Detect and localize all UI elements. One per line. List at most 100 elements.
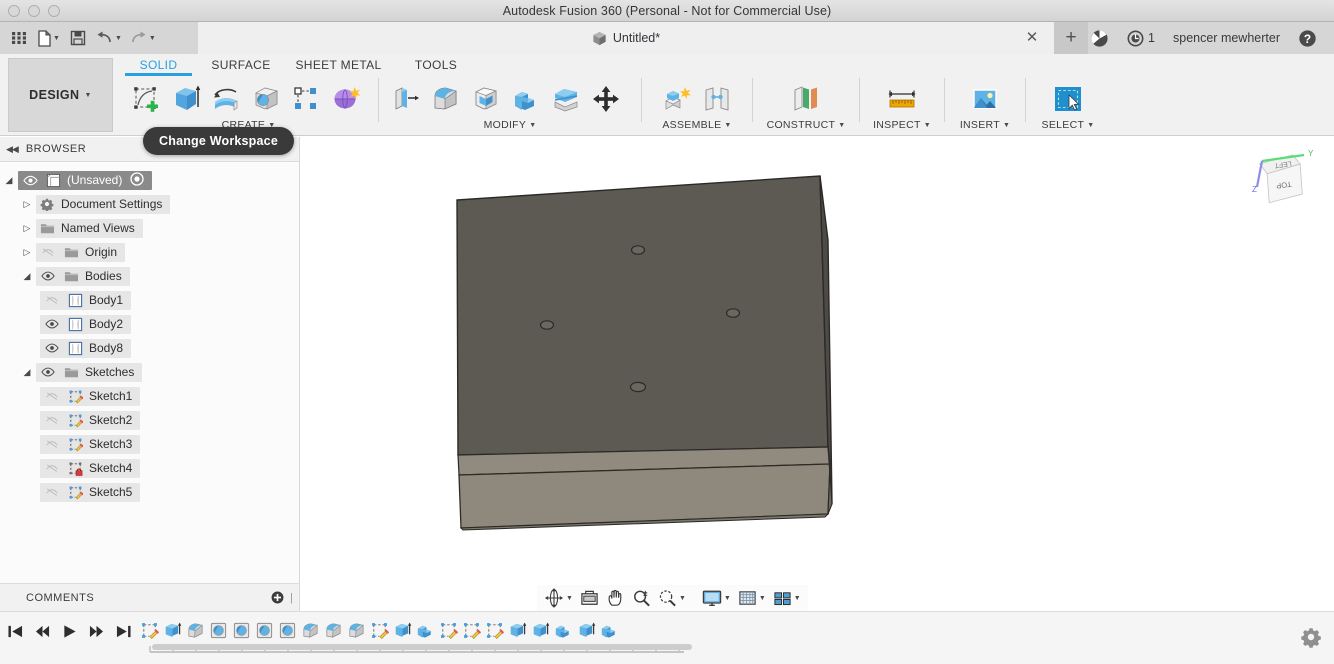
tree-node-sketch3[interactable]: Sketch3 bbox=[0, 432, 299, 456]
panel-label-modify[interactable]: MODIFY ▼ bbox=[381, 119, 639, 131]
tree-node-content[interactable]: Document Settings bbox=[36, 194, 171, 214]
tree-node-body8[interactable]: Body8 bbox=[0, 336, 299, 360]
hole-icon[interactable] bbox=[247, 79, 285, 119]
create-form-icon[interactable] bbox=[327, 79, 365, 119]
tab-sheet-metal[interactable]: SHEET METAL bbox=[286, 54, 391, 72]
tree-node-sketch4[interactable]: Sketch4 bbox=[0, 456, 299, 480]
go-to-end-icon[interactable] bbox=[112, 618, 134, 644]
press-pull-icon[interactable] bbox=[387, 79, 425, 119]
expander-icon[interactable]: ▷ bbox=[18, 247, 36, 258]
create-sketch-icon[interactable] bbox=[127, 79, 165, 119]
user-menu[interactable]: spencer mewherter bbox=[1164, 22, 1289, 54]
rectangular-pattern-icon[interactable] bbox=[287, 79, 325, 119]
tree-node-sketch5[interactable]: Sketch5 bbox=[0, 480, 299, 504]
close-icon[interactable]: ✕ bbox=[1024, 30, 1040, 46]
revolve-icon[interactable] bbox=[207, 79, 245, 119]
tree-node-sketch2[interactable]: Sketch2 bbox=[0, 408, 299, 432]
tree-node-content[interactable]: Sketches bbox=[36, 362, 143, 382]
expander-icon[interactable]: ▷ bbox=[18, 199, 36, 210]
go-to-beginning-icon[interactable] bbox=[4, 618, 26, 644]
timeline-feature-combine-18[interactable] bbox=[552, 617, 574, 643]
play-icon[interactable] bbox=[58, 618, 80, 644]
tree-node-document-settings[interactable]: ▷ Document Settings bbox=[0, 192, 299, 216]
timeline-feature-extrude-1[interactable] bbox=[161, 617, 183, 643]
timeline-feature-sketch-15[interactable] bbox=[483, 617, 505, 643]
tree-node-sketch1[interactable]: Sketch1 bbox=[0, 384, 299, 408]
orbit-icon[interactable]: ▼ bbox=[541, 586, 576, 610]
panel-label-construct[interactable]: CONSTRUCT ▼ bbox=[755, 119, 857, 131]
tree-node-body1[interactable]: Body1 bbox=[0, 288, 299, 312]
help-icon[interactable]: ? bbox=[1289, 22, 1326, 54]
grid-snaps-icon[interactable]: ▼ bbox=[735, 586, 769, 610]
new-component-icon[interactable] bbox=[658, 79, 696, 119]
visibility-icon[interactable] bbox=[40, 319, 64, 329]
timeline-feature-combine-12[interactable] bbox=[414, 617, 436, 643]
tree-node-content[interactable]: Body8 bbox=[40, 338, 132, 358]
visibility-icon[interactable] bbox=[36, 271, 60, 281]
tree-node-named-views[interactable]: ▷ Named Views bbox=[0, 216, 299, 240]
tree-node-root-content[interactable]: (Unsaved) bbox=[18, 170, 153, 190]
timeline-feature-hole-6[interactable] bbox=[276, 617, 298, 643]
activate-component-icon[interactable] bbox=[130, 171, 145, 189]
step-forward-icon[interactable] bbox=[85, 618, 107, 644]
timeline-feature-fillet-7[interactable] bbox=[299, 617, 321, 643]
app-grid-icon[interactable] bbox=[6, 24, 32, 52]
timeline-feature-fillet-9[interactable] bbox=[345, 617, 367, 643]
timeline-scrollbar[interactable] bbox=[152, 644, 692, 650]
visibility-icon[interactable] bbox=[40, 295, 64, 305]
tree-node-content[interactable]: Origin bbox=[36, 242, 126, 262]
visibility-icon[interactable] bbox=[40, 391, 64, 401]
timeline-feature-hole-5[interactable] bbox=[253, 617, 275, 643]
panel-label-inspect[interactable]: INSPECT ▼ bbox=[862, 119, 942, 131]
document-tab-untitled[interactable]: Untitled* ✕ bbox=[198, 22, 1054, 54]
save-button[interactable] bbox=[65, 24, 91, 52]
fillet-icon[interactable] bbox=[427, 79, 465, 119]
shell-icon[interactable] bbox=[467, 79, 505, 119]
redo-button[interactable]: ▼ bbox=[127, 24, 159, 52]
visibility-icon[interactable] bbox=[18, 175, 42, 186]
panel-label-assemble[interactable]: ASSEMBLE ▼ bbox=[644, 119, 750, 131]
tab-solid[interactable]: SOLID bbox=[121, 54, 196, 76]
tree-node-content[interactable]: Sketch2 bbox=[40, 410, 141, 430]
panel-label-insert[interactable]: INSERT ▼ bbox=[947, 119, 1023, 131]
expander-icon[interactable]: ◢ bbox=[18, 271, 36, 282]
visibility-icon[interactable] bbox=[40, 415, 64, 425]
visibility-icon[interactable] bbox=[40, 487, 64, 497]
tree-node-content[interactable]: Named Views bbox=[36, 218, 143, 238]
timeline-feature-sketch-13[interactable] bbox=[437, 617, 459, 643]
step-back-icon[interactable] bbox=[31, 618, 53, 644]
tree-node-sketches[interactable]: ◢ Sketches bbox=[0, 360, 299, 384]
expander-icon[interactable]: ◢ bbox=[18, 367, 36, 378]
visibility-icon[interactable] bbox=[40, 463, 64, 473]
timeline-feature-fillet-8[interactable] bbox=[322, 617, 344, 643]
viewport[interactable]: LEFT TOP Y Z bbox=[300, 137, 1334, 611]
tab-surface[interactable]: SURFACE bbox=[196, 54, 286, 72]
workspace-switcher-button[interactable]: DESIGN ▼ bbox=[8, 58, 113, 132]
visibility-icon[interactable] bbox=[36, 247, 60, 257]
timeline-feature-sketch-10[interactable] bbox=[368, 617, 390, 643]
tree-node-root[interactable]: ◢ (Unsaved) bbox=[0, 168, 299, 192]
expander-icon[interactable]: ◢ bbox=[0, 175, 18, 186]
collapse-panel-icon[interactable]: ◀◀ bbox=[6, 144, 19, 155]
comments-bar[interactable]: COMMENTS | bbox=[0, 583, 300, 611]
undo-button[interactable]: ▼ bbox=[93, 24, 125, 52]
visibility-icon[interactable] bbox=[40, 343, 64, 353]
timeline-feature-fillet-2[interactable] bbox=[184, 617, 206, 643]
timeline-feature-sketch-0[interactable] bbox=[138, 617, 160, 643]
timeline-feature-combine-20[interactable] bbox=[598, 617, 620, 643]
joint-icon[interactable] bbox=[698, 79, 736, 119]
timeline-feature-hole-3[interactable] bbox=[207, 617, 229, 643]
tree-node-content[interactable]: Sketch5 bbox=[40, 482, 141, 502]
viewcube[interactable]: LEFT TOP Y Z bbox=[1244, 145, 1316, 211]
tree-node-bodies[interactable]: ◢ Bodies bbox=[0, 264, 299, 288]
split-body-icon[interactable] bbox=[547, 79, 585, 119]
tree-node-content[interactable]: Sketch1 bbox=[40, 386, 141, 406]
timeline-feature-sketch-14[interactable] bbox=[460, 617, 482, 643]
extrude-icon[interactable] bbox=[167, 79, 205, 119]
timeline-feature-extrude-17[interactable] bbox=[529, 617, 551, 643]
timeline-feature-extrude-16[interactable] bbox=[506, 617, 528, 643]
measure-icon[interactable] bbox=[883, 79, 921, 119]
tree-node-content[interactable]: Sketch4 bbox=[40, 458, 141, 478]
model-3d[interactable] bbox=[300, 137, 1334, 611]
tree-node-content[interactable]: Body1 bbox=[40, 290, 132, 310]
